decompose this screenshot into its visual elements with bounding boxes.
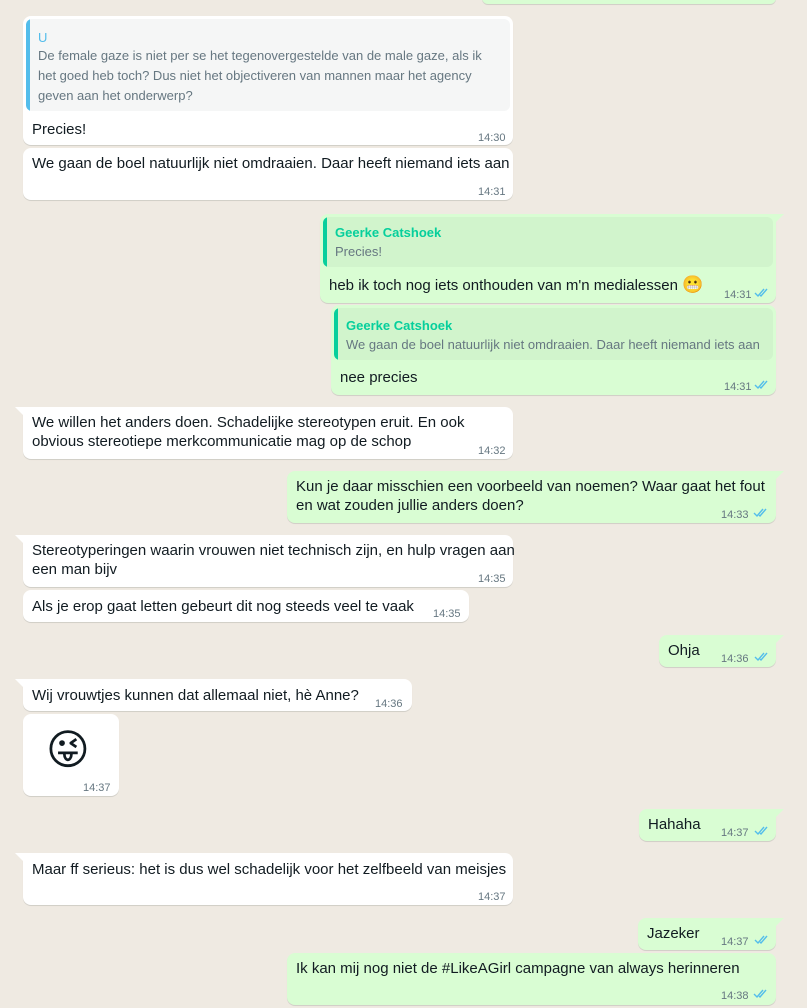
message-bubble-incoming[interactable]: Stereotyperingen waarin vrouwen niet tec… — [15, 535, 515, 587]
bubble-tail — [15, 407, 23, 415]
message-bubble-outgoing[interactable]: Geerke Catshoek Precies! heb ik toch nog… — [320, 214, 784, 303]
message-time: 14:35 — [433, 608, 461, 620]
message-bubble-incoming[interactable]: 😜 14:37 — [23, 714, 119, 796]
message-text: Ohja — [668, 642, 700, 659]
message-text-line: obvious stereotiepe merkcommunicatie mag… — [32, 433, 412, 450]
read-double-check-icon — [754, 826, 768, 836]
bubble-tail — [776, 635, 784, 643]
bubble-tail — [776, 214, 784, 222]
bubble-tail — [15, 853, 23, 861]
quote-author: Geerke Catshoek — [335, 225, 442, 240]
message-bubble-outgoing[interactable]: Kun je daar misschien een voorbeeld van … — [287, 471, 784, 523]
quote-author: Geerke Catshoek — [346, 318, 453, 333]
grimacing-emoji-icon: 😬 — [682, 275, 704, 294]
message-time: 14:37 — [721, 827, 749, 839]
message-text-line: We willen het anders doen. Schadelijke s… — [32, 414, 465, 431]
message-time: 14:30 — [478, 132, 506, 144]
previous-message-bubble[interactable] — [482, 0, 776, 4]
message-text: Maar ff serieus: het is dus wel schadeli… — [32, 861, 507, 878]
bubble-tail — [776, 918, 784, 926]
bubble-tail — [776, 809, 784, 817]
message-text: We gaan de boel natuurlijk niet omdraaie… — [32, 155, 510, 172]
message-text: Als je erop gaat letten gebeurt dit nog … — [32, 598, 414, 615]
read-double-check-icon — [754, 380, 768, 390]
message-text-content: heb ik toch nog iets onthouden van m'n m… — [329, 277, 678, 294]
quote-accent-bar — [26, 19, 30, 111]
bubble-tail — [15, 679, 23, 687]
message-time: 14:36 — [721, 653, 749, 665]
quote-accent-bar — [334, 308, 338, 360]
quoted-message[interactable]: Geerke Catshoek Precies! — [323, 217, 773, 267]
message-text-line: een man bijv — [32, 561, 118, 578]
quote-accent-bar — [323, 217, 327, 267]
message-time: 14:33 — [721, 509, 749, 521]
message-bubble-outgoing[interactable]: Ik kan mij nog niet de #LikeAGirl campag… — [287, 953, 776, 1005]
message-text: Jazeker — [647, 925, 700, 942]
quote-text: Precies! — [335, 244, 382, 259]
message-text: Wij vrouwtjes kunnen dat allemaal niet, … — [32, 687, 359, 704]
message-text-line: Stereotyperingen waarin vrouwen niet tec… — [32, 542, 515, 559]
winking-tongue-emoji-icon: 😜 — [46, 726, 90, 773]
message-time: 14:38 — [721, 990, 749, 1002]
read-double-check-icon — [754, 652, 768, 662]
message-time: 14:31 — [724, 289, 752, 301]
message-bubble-incoming[interactable]: U De female gaze is niet per se het tege… — [23, 16, 513, 145]
read-double-check-icon — [754, 288, 768, 298]
message-text-line: Kun je daar misschien een voorbeeld van … — [296, 478, 765, 495]
message-bubble-outgoing[interactable]: Hahaha 14:37 — [639, 809, 784, 841]
message-bubble-incoming[interactable]: Maar ff serieus: het is dus wel schadeli… — [15, 853, 513, 905]
message-bubble-incoming[interactable]: We gaan de boel natuurlijk niet omdraaie… — [23, 148, 513, 200]
quote-text-line: geven aan het onderwerp? — [38, 88, 193, 103]
message-time: 14:35 — [478, 573, 506, 585]
read-double-check-icon — [753, 989, 767, 999]
message-time: 14:31 — [724, 381, 752, 393]
message-bubble-outgoing[interactable]: Geerke Catshoek We gaan de boel natuurli… — [331, 305, 776, 395]
quoted-message[interactable]: Geerke Catshoek We gaan de boel natuurli… — [334, 308, 773, 360]
read-double-check-icon — [753, 508, 767, 518]
message-text: heb ik toch nog iets onthouden van m'n m… — [329, 275, 703, 295]
message-text: nee precies — [340, 369, 418, 386]
quoted-message[interactable]: U De female gaze is niet per se het tege… — [26, 19, 510, 111]
quote-text-line: De female gaze is niet per se het tegeno… — [38, 48, 482, 63]
quote-author: U — [38, 30, 48, 45]
message-time: 14:37 — [83, 782, 111, 794]
read-double-check-icon — [754, 935, 768, 945]
message-time: 14:37 — [478, 891, 506, 903]
message-text: Ik kan mij nog niet de #LikeAGirl campag… — [296, 960, 740, 977]
quote-text: We gaan de boel natuurlijk niet omdraaie… — [346, 337, 760, 352]
bubble-tail — [15, 535, 23, 543]
message-text: Precies! — [32, 121, 87, 138]
message-bubble-outgoing[interactable]: Jazeker 14:37 — [638, 918, 784, 950]
message-text: Hahaha — [648, 816, 701, 833]
message-bubble-incoming[interactable]: Als je erop gaat letten gebeurt dit nog … — [23, 590, 469, 622]
message-time: 14:37 — [721, 936, 749, 948]
message-time: 14:36 — [375, 698, 403, 710]
message-time: 14:32 — [478, 445, 506, 457]
message-text-line: en wat zouden jullie anders doen? — [296, 497, 524, 514]
message-bubble-incoming[interactable]: Wij vrouwtjes kunnen dat allemaal niet, … — [15, 679, 412, 711]
bubble-tail — [776, 471, 784, 479]
quote-text-line: het goed heb toch? Dus niet het objectiv… — [38, 68, 472, 83]
message-bubble-outgoing[interactable]: Ohja 14:36 — [659, 635, 784, 667]
message-bubble-incoming[interactable]: We willen het anders doen. Schadelijke s… — [15, 407, 513, 459]
message-time: 14:31 — [478, 186, 506, 198]
